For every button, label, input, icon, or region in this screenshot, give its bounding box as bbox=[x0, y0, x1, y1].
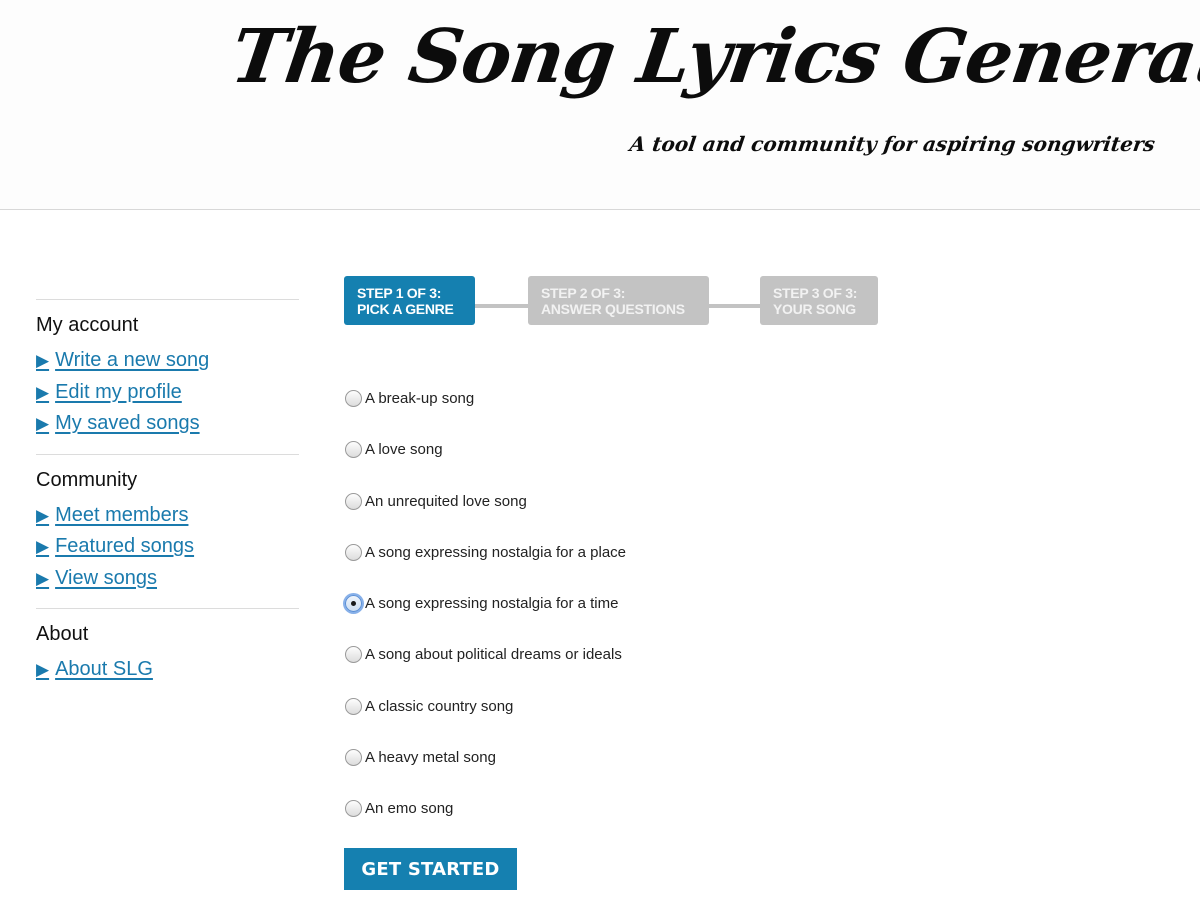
step-label: ANSWER QUESTIONS bbox=[541, 301, 685, 317]
sidebar: My account ▶ Write a new song ▶ Edit my pr… bbox=[36, 299, 299, 700]
radio-button[interactable] bbox=[345, 595, 362, 613]
radio-button[interactable] bbox=[345, 441, 362, 459]
genre-option[interactable]: A heavy metal song bbox=[345, 747, 626, 798]
sidebar-link-label: Meet members bbox=[55, 503, 189, 526]
step-2-answer-questions: STEP 2 OF 3: ANSWER QUESTIONS bbox=[528, 276, 709, 325]
sidebar-link-about-slg[interactable]: ▶ About SLG bbox=[36, 654, 299, 686]
genre-label: A song expressing nostalgia for a time bbox=[365, 595, 619, 613]
radio-button[interactable] bbox=[345, 492, 362, 510]
triangle-right-icon: ▶ bbox=[36, 414, 50, 433]
radio-button[interactable] bbox=[345, 390, 362, 407]
sidebar-link-label: Write a new song bbox=[55, 349, 210, 371]
sidebar-link-label: View songs bbox=[55, 566, 157, 589]
step-connector bbox=[474, 304, 529, 308]
genre-label: A song expressing nostalgia for a place bbox=[365, 543, 626, 561]
sidebar-link-edit-profile[interactable]: ▶ Edit my profile bbox=[36, 377, 299, 409]
sidebar-link-saved-songs[interactable]: ▶ My saved songs bbox=[36, 408, 299, 440]
step-number: STEP 3 OF 3: bbox=[773, 285, 858, 301]
triangle-right-icon: ▶ bbox=[36, 568, 50, 588]
genre-label: A song about political dreams or ideals bbox=[365, 646, 622, 664]
sidebar-link-label: About SLG bbox=[55, 658, 153, 680]
genre-option[interactable]: A song expressing nostalgia for a place bbox=[345, 542, 626, 593]
radio-button[interactable] bbox=[345, 646, 362, 664]
genre-option[interactable]: A classic country song bbox=[345, 696, 626, 747]
sidebar-link-meet-members[interactable]: ▶ Meet members bbox=[36, 500, 299, 532]
sidebar-link-view-songs[interactable]: ▶ View songs bbox=[36, 563, 299, 595]
sidebar-link-write-new-song[interactable]: ▶ Write a new song bbox=[36, 345, 299, 377]
step-3-your-song: STEP 3 OF 3: YOUR SONG bbox=[760, 276, 878, 325]
radio-button[interactable] bbox=[345, 697, 362, 715]
genre-label: A break-up song bbox=[365, 390, 475, 407]
sidebar-link-label: Edit my profile bbox=[55, 380, 182, 403]
genre-label: A heavy metal song bbox=[365, 749, 496, 767]
get-started-button[interactable]: GET STARTED bbox=[344, 848, 517, 890]
radio-button[interactable] bbox=[345, 800, 362, 818]
sidebar-link-label: My saved songs bbox=[55, 412, 200, 434]
radio-button[interactable] bbox=[345, 749, 362, 767]
genre-option[interactable]: A song expressing nostalgia for a time bbox=[345, 593, 626, 644]
step-number: STEP 1 OF 3: bbox=[357, 285, 442, 301]
triangle-right-icon: ▶ bbox=[36, 505, 50, 525]
genre-radio-group: A break-up song A love song An unrequite… bbox=[345, 388, 626, 850]
sidebar-link-featured-songs[interactable]: ▶ Featured songs bbox=[36, 531, 299, 563]
step-connector bbox=[708, 304, 761, 308]
site-header: The Song Lyrics Generator A tool and com… bbox=[0, 0, 1200, 210]
sidebar-section-my-account: My account ▶ Write a new song ▶ Edit my pr… bbox=[36, 299, 299, 454]
genre-option[interactable]: An unrequited love song bbox=[345, 491, 626, 542]
sidebar-section-community: Community ▶ Meet members ▶ Featured songs … bbox=[36, 453, 299, 609]
genre-label: An emo song bbox=[365, 800, 454, 818]
step-1-pick-genre: STEP 1 OF 3: PICK A GENRE bbox=[344, 276, 475, 325]
step-label: YOUR SONG bbox=[773, 301, 856, 317]
sidebar-heading: Community bbox=[36, 468, 138, 491]
site-tagline: A tool and community for aspiring songwr… bbox=[628, 132, 1157, 156]
sidebar-heading: My account bbox=[36, 314, 139, 336]
triangle-right-icon: ▶ bbox=[36, 660, 50, 679]
site-title: The Song Lyrics Generator bbox=[225, 14, 1200, 100]
genre-label: A love song bbox=[365, 441, 443, 459]
radio-button[interactable] bbox=[345, 543, 362, 561]
triangle-right-icon: ▶ bbox=[36, 351, 50, 370]
step-progress: STEP 1 OF 3: PICK A GENRE STEP 2 OF 3: A… bbox=[344, 276, 884, 326]
triangle-right-icon: ▶ bbox=[36, 382, 50, 402]
genre-option[interactable]: An emo song bbox=[345, 798, 626, 849]
sidebar-section-about: About ▶ About SLG bbox=[36, 608, 299, 700]
genre-option[interactable]: A break-up song bbox=[345, 388, 626, 439]
genre-option[interactable]: A love song bbox=[345, 439, 626, 490]
sidebar-heading: About bbox=[36, 623, 89, 645]
genre-label: A classic country song bbox=[365, 697, 514, 715]
step-number: STEP 2 OF 3: bbox=[541, 285, 626, 301]
genre-label: An unrequited love song bbox=[365, 492, 527, 510]
genre-option[interactable]: A song about political dreams or ideals bbox=[345, 644, 626, 695]
sidebar-link-label: Featured songs bbox=[55, 535, 195, 557]
step-label: PICK A GENRE bbox=[357, 301, 454, 317]
triangle-right-icon: ▶ bbox=[36, 537, 50, 556]
